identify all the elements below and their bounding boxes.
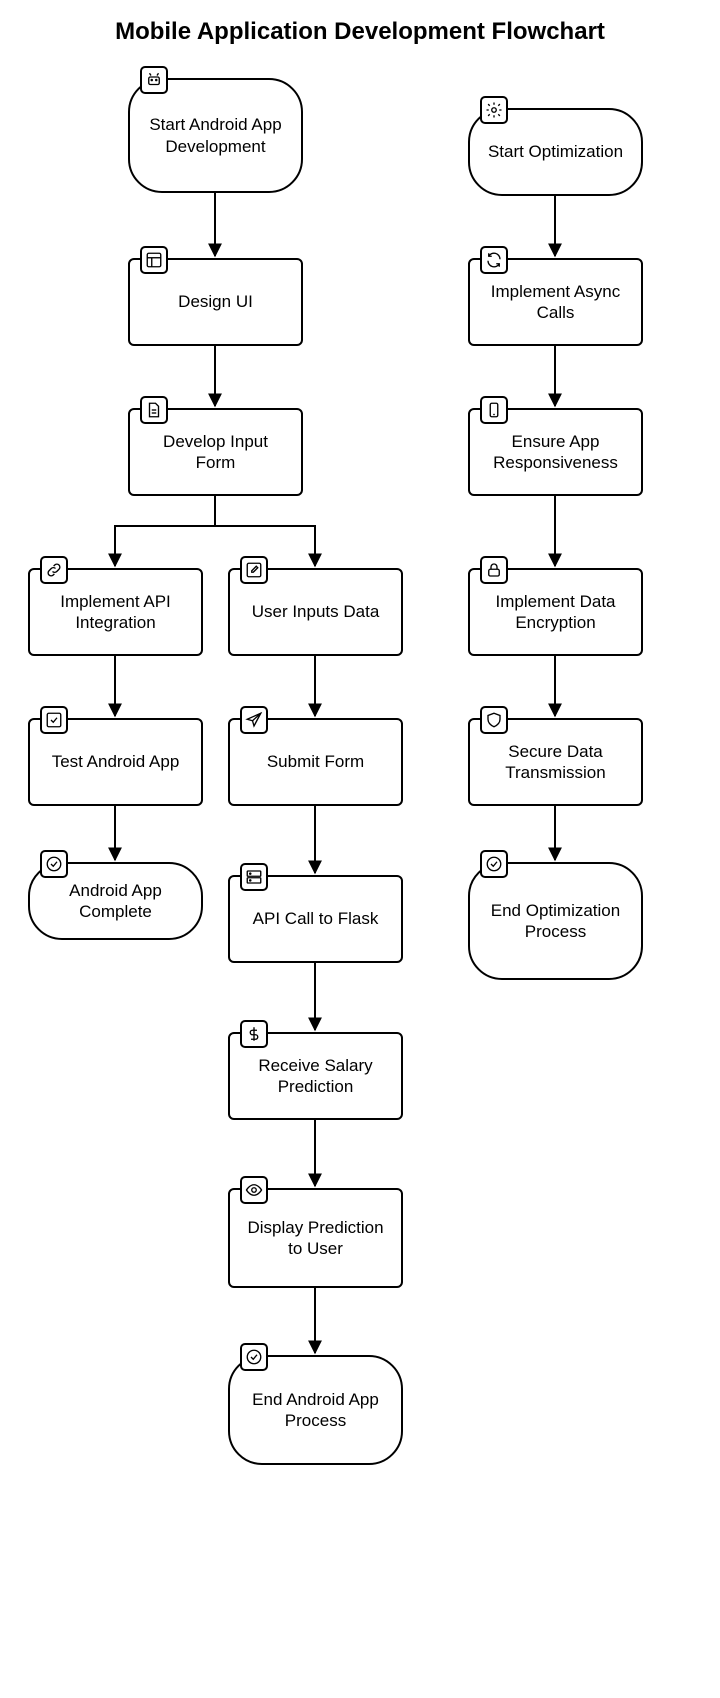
edit-icon: [240, 556, 268, 584]
check-circle-icon: [240, 1343, 268, 1371]
node-start-android: Start Android App Development: [128, 78, 303, 193]
node-user-inputs: User Inputs Data: [228, 568, 403, 656]
check-circle-icon: [480, 850, 508, 878]
node-label: End Optimization Process: [482, 900, 629, 943]
node-label: Design UI: [178, 291, 253, 312]
android-icon: [140, 66, 168, 94]
flowchart-canvas: Mobile Application Development Flowchart…: [0, 0, 720, 1698]
send-icon: [240, 706, 268, 734]
node-app-complete: Android App Complete: [28, 862, 203, 940]
lock-icon: [480, 556, 508, 584]
node-label: Implement API Integration: [42, 591, 189, 634]
node-label: API Call to Flask: [253, 908, 379, 929]
node-develop-form: Develop Input Form: [128, 408, 303, 496]
layout-icon: [140, 246, 168, 274]
node-data-encryption: Implement Data Encryption: [468, 568, 643, 656]
node-end-optimization: End Optimization Process: [468, 862, 643, 980]
node-responsiveness: Ensure App Responsiveness: [468, 408, 643, 496]
node-label: User Inputs Data: [252, 601, 380, 622]
link-icon: [40, 556, 68, 584]
node-label: Android App Complete: [42, 880, 189, 923]
chart-title: Mobile Application Development Flowchart: [0, 18, 720, 46]
node-receive-prediction: Receive Salary Prediction: [228, 1032, 403, 1120]
eye-icon: [240, 1176, 268, 1204]
node-label: Implement Data Encryption: [482, 591, 629, 634]
node-label: Receive Salary Prediction: [242, 1055, 389, 1098]
refresh-icon: [480, 246, 508, 274]
node-display-prediction: Display Prediction to User: [228, 1188, 403, 1288]
check-circle-icon: [40, 850, 68, 878]
shield-icon: [480, 706, 508, 734]
node-design-ui: Design UI: [128, 258, 303, 346]
document-icon: [140, 396, 168, 424]
server-icon: [240, 863, 268, 891]
node-api-call-flask: API Call to Flask: [228, 875, 403, 963]
node-end-android: End Android App Process: [228, 1355, 403, 1465]
dollar-icon: [240, 1020, 268, 1048]
check-square-icon: [40, 706, 68, 734]
node-label: Start Optimization: [488, 141, 623, 162]
node-label: Test Android App: [52, 751, 180, 772]
node-label: End Android App Process: [242, 1389, 389, 1432]
node-label: Display Prediction to User: [242, 1217, 389, 1260]
node-api-integration: Implement API Integration: [28, 568, 203, 656]
node-async-calls: Implement Async Calls: [468, 258, 643, 346]
phone-icon: [480, 396, 508, 424]
node-label: Ensure App Responsiveness: [482, 431, 629, 474]
node-test-app: Test Android App: [28, 718, 203, 806]
node-secure-transmission: Secure Data Transmission: [468, 718, 643, 806]
node-label: Secure Data Transmission: [482, 741, 629, 784]
node-label: Develop Input Form: [142, 431, 289, 474]
gear-icon: [480, 96, 508, 124]
node-start-optimization: Start Optimization: [468, 108, 643, 196]
node-label: Implement Async Calls: [482, 281, 629, 324]
node-label: Submit Form: [267, 751, 364, 772]
node-label: Start Android App Development: [142, 114, 289, 157]
node-submit-form: Submit Form: [228, 718, 403, 806]
